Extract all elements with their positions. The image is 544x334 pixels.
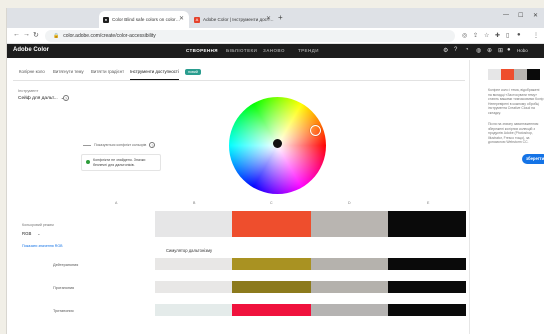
- tab-extract-theme[interactable]: Витягнути тему: [53, 68, 84, 80]
- nav-libraries[interactable]: БІБЛІОТЕКИ: [226, 48, 257, 53]
- sim-label-tritanopia: Тританопия: [53, 309, 74, 313]
- url-field[interactable]: 🔒 color.adobe.com/create/color-accessibi…: [45, 30, 455, 42]
- color-mode-value: RGB: [22, 231, 32, 236]
- menu-kebab-icon[interactable]: ⋮: [533, 32, 539, 39]
- nav-explore[interactable]: ЗАНОВО: [263, 48, 285, 53]
- wheel-center-handle[interactable]: [273, 139, 282, 148]
- column-letter: D: [348, 201, 351, 205]
- bookmark-star-icon[interactable]: ☆: [484, 32, 489, 39]
- sim-protanopia-swatch: [232, 281, 311, 293]
- mini-swatch[interactable]: [501, 69, 514, 80]
- tab-title: Color Blind safe colors on color…: [112, 17, 181, 22]
- sim-protanopia-swatch: [311, 281, 388, 293]
- tool-dropdown[interactable]: Сейф для дальт... ⌄: [18, 95, 64, 101]
- tab-close-icon[interactable]: ✕: [266, 15, 271, 22]
- tool-dropdown-value: Сейф для дальт...: [18, 96, 58, 101]
- info-icon[interactable]: ?: [149, 142, 156, 148]
- extensions-icon[interactable]: ✚: [495, 32, 500, 39]
- save-button[interactable]: зберегти: [522, 154, 544, 164]
- sim-deuteranopia-swatch: [232, 258, 311, 270]
- theme-sidebar: Колірне коло і тема, відображені на вкла…: [469, 60, 544, 334]
- column-letter: C: [270, 201, 273, 205]
- back-icon[interactable]: ←: [13, 31, 20, 38]
- sidebar-icon[interactable]: ▯: [506, 32, 509, 39]
- mini-swatch[interactable]: [514, 69, 527, 80]
- globe-icon[interactable]: ⊕: [487, 47, 492, 54]
- color-mode-dropdown[interactable]: RGB ⌄: [22, 231, 40, 236]
- subtabs-divider: [13, 80, 465, 81]
- sim-protanopia-swatch: [155, 281, 232, 293]
- sim-deuteranopia-swatch: [388, 258, 466, 270]
- conflict-status-box: Конфлікти не знайдено. Значки безпечні д…: [81, 154, 161, 171]
- chevron-down-icon: ⌄: [37, 232, 41, 236]
- nav-create[interactable]: СТВОРЕННЯ: [186, 48, 218, 53]
- url-text: color.adobe.com/create/color-accessibili…: [63, 33, 156, 39]
- site-favicon-icon: ●: [103, 16, 109, 23]
- tool-label: Інструмент: [18, 88, 39, 93]
- window-close-icon[interactable]: ✕: [533, 12, 538, 19]
- tab-close-icon[interactable]: ✕: [179, 15, 184, 22]
- browser-tab-active[interactable]: ● Color Blind safe colors on color… ✕: [99, 11, 189, 28]
- conflict-row: Показуються конфлікт кольорів ?: [83, 142, 156, 148]
- help-icon[interactable]: ?: [454, 47, 457, 53]
- conflict-message: Конфлікти не знайдено. Значки безпечні д…: [93, 158, 146, 167]
- share-icon[interactable]: ⇪: [473, 32, 478, 39]
- adobe-favicon-icon: A: [194, 16, 200, 23]
- profile-avatar-icon[interactable]: ●: [517, 32, 521, 38]
- simulator-heading: Симулятор дальтонізму: [166, 248, 213, 253]
- adobe-color-header: Adobe Color СТВОРЕННЯ БІБЛІОТЕКИ ЗАНОВО …: [7, 44, 544, 58]
- wheel-color-handle[interactable]: [310, 125, 321, 136]
- column-letter: B: [193, 201, 196, 205]
- tab-color-wheel[interactable]: Колірне коло: [19, 68, 45, 80]
- brand-logo[interactable]: Adobe Color: [13, 47, 49, 53]
- sidebar-description: Колірне коло і тема, відображені на вкла…: [488, 88, 544, 115]
- google-lens-icon[interactable]: ◎: [462, 32, 467, 39]
- column-letter: A: [115, 201, 118, 205]
- color-swatch-d[interactable]: [388, 211, 466, 237]
- line-marker-icon: [83, 144, 91, 146]
- browser-tab[interactable]: A Adobe Color | Інструменти дост… ✕: [190, 11, 276, 28]
- settings-icon[interactable]: ⚙: [443, 47, 448, 54]
- tab-extract-gradient[interactable]: Витягти градієнт: [91, 68, 124, 80]
- sim-tritanopia-swatch: [232, 304, 311, 316]
- sim-tritanopia-swatch: [155, 304, 232, 316]
- sim-tritanopia-swatch: [311, 304, 388, 316]
- info-icon[interactable]: ?: [63, 95, 69, 101]
- new-tab-icon[interactable]: +: [278, 13, 283, 22]
- address-bar: ← → ↻ 🔒 color.adobe.com/create/color-acc…: [7, 28, 544, 44]
- sim-protanopia-swatch: [388, 281, 466, 293]
- sim-deuteranopia-swatch: [155, 258, 232, 270]
- maximize-icon[interactable]: ☐: [518, 12, 523, 19]
- column-letter: E: [427, 201, 430, 205]
- sidebar-description-2: Після на значну завантаженням збережені …: [488, 122, 539, 145]
- mini-swatch[interactable]: [527, 69, 540, 80]
- reload-icon[interactable]: ↻: [33, 31, 39, 39]
- bell-icon[interactable]: ◔: [465, 47, 469, 53]
- sim-deuteranopia-swatch: [311, 258, 388, 270]
- browser-window: ● Color Blind safe colors on color… ✕ A …: [6, 8, 544, 334]
- nav-trends[interactable]: ТРЕНДИ: [298, 48, 319, 53]
- creative-cloud-icon[interactable]: ◍: [476, 47, 481, 54]
- color-swatch-b[interactable]: [232, 211, 311, 237]
- color-mode-label: Кольоровий режим: [22, 223, 54, 227]
- forward-icon[interactable]: →: [23, 31, 30, 38]
- new-badge: новий: [185, 69, 201, 75]
- browser-tab-strip: ● Color Blind safe colors on color… ✕ A …: [7, 8, 544, 28]
- minimize-icon[interactable]: —: [503, 12, 509, 18]
- check-status-icon: [86, 160, 90, 164]
- apps-grid-icon[interactable]: ⊞: [498, 47, 503, 54]
- user-icon[interactable]: ●: [507, 47, 511, 53]
- tab-accessibility-tools[interactable]: Інструменти доступності: [130, 68, 179, 80]
- sim-label-deuteranopia: Дейтеранопия: [53, 263, 79, 267]
- lock-icon: 🔒: [53, 33, 60, 39]
- tab-title: Adobe Color | Інструменти дост…: [203, 17, 274, 22]
- color-swatch-a[interactable]: [155, 211, 232, 237]
- mini-swatch[interactable]: [488, 69, 501, 80]
- show-values-link[interactable]: Показати значення RGB: [22, 244, 63, 248]
- sim-tritanopia-swatch: [388, 304, 466, 316]
- conflict-label: Показуються конфлікт кольорів: [94, 143, 147, 147]
- user-name[interactable]: Hobo: [517, 48, 528, 53]
- color-swatch-c[interactable]: [311, 211, 388, 237]
- sim-label-protanopia: Протанопия: [53, 286, 75, 290]
